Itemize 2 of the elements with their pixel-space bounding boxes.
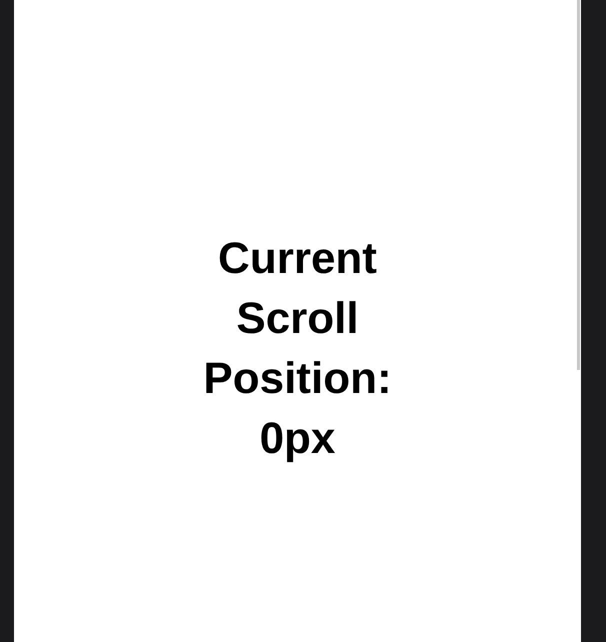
scroll-position-heading: Current Scroll Position: 0px bbox=[202, 233, 393, 465]
scrollbar-thumb[interactable] bbox=[577, 0, 580, 370]
